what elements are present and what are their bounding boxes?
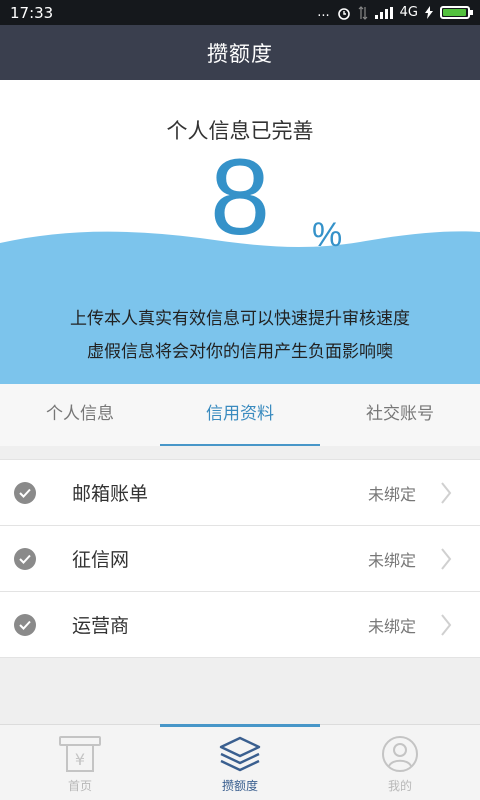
list-item-label: 征信网 [72,549,130,571]
battery-fill [443,9,467,16]
notification-dots: ... [317,5,330,20]
bind-status: 未绑定 [367,616,416,636]
data-transfer-icon [358,5,368,20]
nav-label: 攒额度 [221,779,258,793]
tab-bar: 个人信息 信用资料 社交账号 [0,384,480,446]
alarm-icon [337,7,350,20]
network-type: 4G [399,5,418,20]
nav-profile[interactable]: 我的 [320,725,480,800]
list-item-email-bill[interactable]: 邮箱账单 未绑定 [0,460,480,526]
progress-message-line1: 上传本人真实有效信息可以快速提升审核速度 [70,309,410,329]
check-circle-icon [14,613,36,636]
tab-credit-info[interactable]: 信用资料 [160,384,320,446]
tab-social-accounts[interactable]: 社交账号 [320,384,480,446]
list-item-credit-bureau[interactable]: 征信网 未绑定 [0,526,480,592]
atm-icon: ¥ [59,736,101,772]
status-bar: 17:33 ... 4G [0,0,480,25]
nav-label: 首页 [67,779,92,793]
bind-status: 未绑定 [367,550,416,570]
nav-home[interactable]: ¥ 首页 [0,725,160,800]
check-circle-icon [14,547,36,570]
nav-label: 我的 [387,779,412,793]
charging-icon [425,6,433,19]
layers-icon [219,736,261,772]
chevron-right-icon [441,613,452,636]
signal-icon [374,6,393,19]
tab-label: 信用资料 [206,404,274,424]
svg-text:¥: ¥ [75,750,85,769]
progress-unit: % [312,216,343,254]
active-tab-indicator [160,444,320,446]
status-icons: ... 4G [317,5,473,20]
profile-icon [382,736,418,772]
list-item-label: 运营商 [72,615,130,637]
tab-label: 个人信息 [46,404,114,424]
bind-status: 未绑定 [367,484,416,504]
title-bar: 攒额度 [0,25,480,80]
status-time: 17:33 [10,3,54,22]
nav-earn-credit[interactable]: 攒额度 [160,724,320,800]
active-nav-indicator [160,724,320,727]
check-circle-icon [14,481,36,504]
progress-message-line2: 虚假信息将会对你的信用产生负面影响噢 [87,342,393,362]
tab-label: 社交账号 [366,404,434,424]
chevron-right-icon [441,481,452,504]
bottom-nav: ¥ 首页 攒额度 我的 [0,724,480,800]
list-item-label: 邮箱账单 [72,483,149,505]
chevron-right-icon [441,547,452,570]
tab-personal-info[interactable]: 个人信息 [0,384,160,446]
credit-source-list: 邮箱账单 未绑定 征信网 未绑定 运营商 未绑定 [0,459,480,658]
progress-value: 8 [209,136,271,257]
battery-icon [440,6,473,19]
page-title: 攒额度 [207,41,273,66]
profile-progress-panel: 个人信息已完善 8 % 上传本人真实有效信息可以快速提升审核速度 虚假信息将会对… [0,80,480,384]
list-item-carrier[interactable]: 运营商 未绑定 [0,592,480,658]
